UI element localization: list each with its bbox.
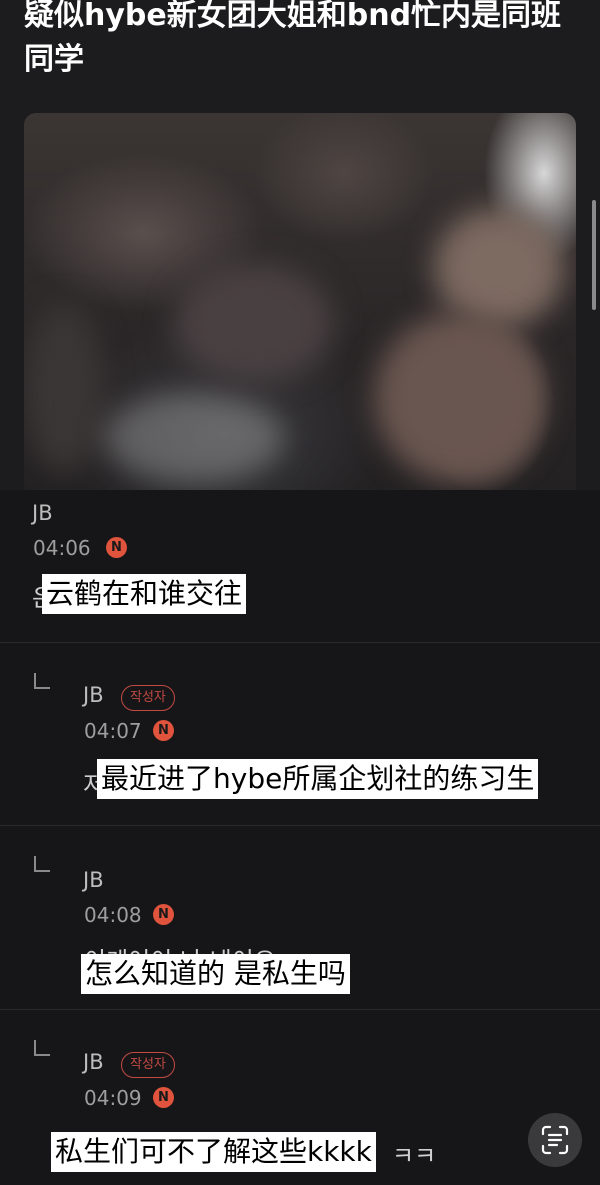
text-scan-icon bbox=[541, 1125, 569, 1155]
reply-item: JB 04:08 N 이게어이 나 네이요 怎么知道的 是私生吗 bbox=[0, 825, 600, 1010]
writer-tag: 작성자 bbox=[121, 1052, 175, 1078]
comment-time: 04:06 bbox=[33, 536, 91, 560]
comment-text-original: ㅋㅋ bbox=[392, 1142, 437, 1170]
reply-item: JB 작성자 04:09 N ㅋㅋ 私生们可不了解这些kkkk bbox=[0, 1009, 600, 1185]
new-badge: N bbox=[106, 537, 127, 558]
comment-author: JB bbox=[83, 868, 104, 892]
reply-corner-icon bbox=[34, 1040, 50, 1056]
comment-caption: 云鹤在和谁交往 bbox=[42, 574, 247, 614]
post-title: 疑似hybe新女团大姐和bnd忙内是同班同学 bbox=[24, 0, 562, 77]
reply-item: JB 작성자 04:07 N 저 最近进了hybe所属企划社的练习生 bbox=[0, 642, 600, 826]
comment-time: 04:07 bbox=[84, 719, 142, 743]
comment-author: JB bbox=[83, 683, 104, 707]
writer-tag: 작성자 bbox=[121, 685, 175, 711]
reply-corner-icon bbox=[34, 673, 50, 689]
post-header: 疑似hybe新女团大姐和bnd忙内是同班同学 bbox=[0, 0, 600, 490]
post-photo[interactable] bbox=[24, 113, 576, 490]
new-badge: N bbox=[153, 720, 174, 741]
reply-corner-icon bbox=[34, 856, 50, 872]
scrollbar[interactable] bbox=[592, 200, 596, 310]
comment-time: 04:09 bbox=[84, 1086, 142, 1110]
comment-caption: 最近进了hybe所属企划社的练习生 bbox=[97, 759, 539, 799]
comment-item: JB 04:06 N 은 云鹤在和谁交往 bbox=[0, 490, 600, 642]
comment-author: JB bbox=[32, 501, 53, 525]
comment-time: 04:08 bbox=[84, 903, 142, 927]
comment-caption: 怎么知道的 是私生吗 bbox=[81, 954, 350, 994]
new-badge: N bbox=[153, 904, 174, 925]
text-scan-button[interactable] bbox=[528, 1113, 582, 1167]
new-badge: N bbox=[153, 1087, 174, 1108]
comment-caption: 私生们可不了解这些kkkk bbox=[51, 1132, 376, 1172]
comment-author: JB bbox=[83, 1050, 104, 1074]
